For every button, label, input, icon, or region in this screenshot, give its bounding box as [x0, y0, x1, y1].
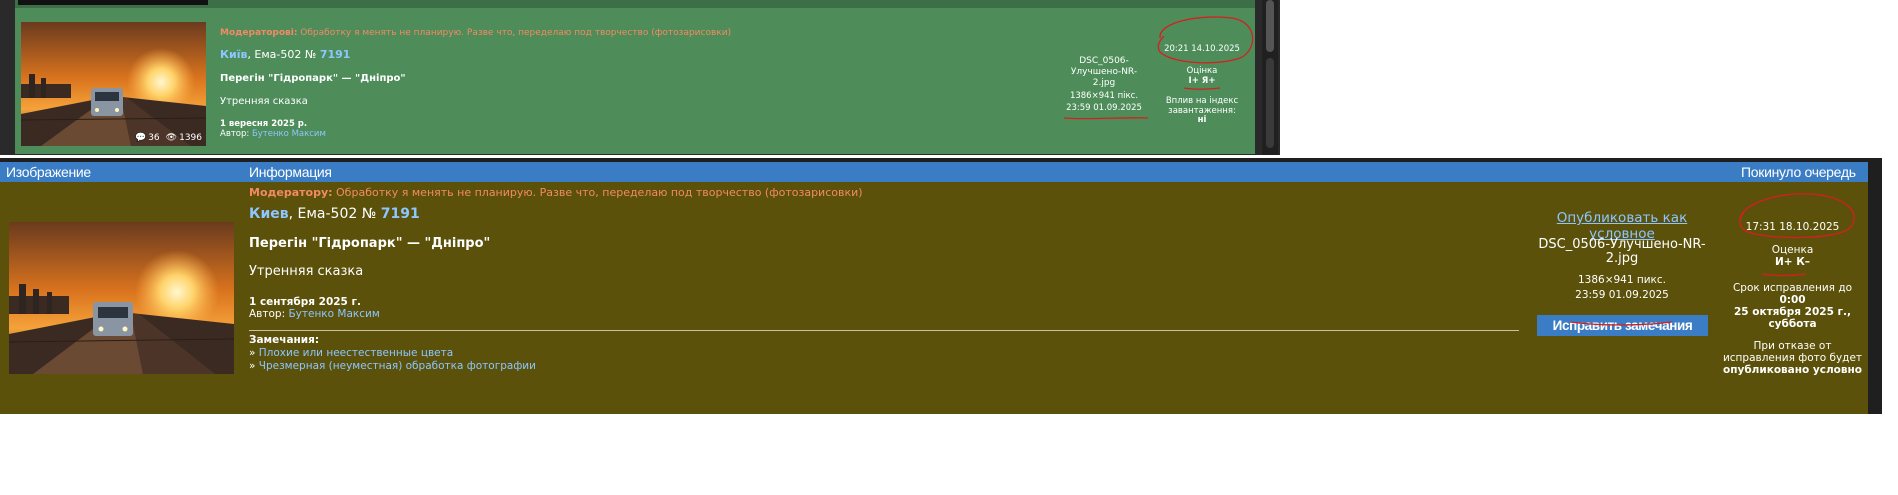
photo-description: Утренняя сказка	[220, 96, 308, 107]
file-upload-date: 23:59 01.09.2025	[1575, 289, 1669, 301]
file-name: DSC_0506-Улучшено-NR-2.jpg	[1538, 237, 1706, 266]
remarks-block: Замечания: » Плохие или неестественные ц…	[249, 334, 536, 373]
remarks-label: Замечания:	[249, 334, 320, 346]
vehicle-number-link[interactable]: 7191	[320, 48, 351, 61]
deadline-day: суббота	[1768, 318, 1817, 330]
col-left-queue-header: Покинуло очередь	[1741, 164, 1856, 180]
file-upload-date: 23:59 01.09.2025	[1066, 103, 1142, 113]
photo-description: Утренняя сказка	[249, 264, 364, 279]
deadline-time: 0:00	[1779, 294, 1806, 306]
previous-record-panel: 💬 36 👁 1396 Модераторові: Обработку я меня…	[0, 0, 1280, 155]
current-record-panel: Изображение Информация Покинуло очередь	[0, 158, 1882, 414]
fix-remarks-button[interactable]: Исправить замечания	[1537, 315, 1708, 336]
file-size: 1386×941 пикс.	[1577, 274, 1667, 286]
photo-thumbnail[interactable]	[9, 222, 234, 374]
photo-date: 1 вересня 2025 р.	[220, 119, 308, 129]
scrollbar-track-segment	[1266, 58, 1274, 148]
index-influence-label: Вплив на індекс завантаження:	[1165, 96, 1239, 116]
location-line: Київ, Ема-502 № 7191	[220, 48, 351, 61]
thumbnail-stats: 💬 36 👁 1396	[135, 133, 202, 143]
views-count: 👁 1396	[165, 133, 202, 143]
author-link[interactable]: Бутенко Максим	[252, 129, 326, 139]
vertical-scrollbar[interactable]	[1262, 0, 1278, 155]
photo-title: Перегін "Гідропарк" — "Дніпро"	[220, 73, 406, 84]
file-size: 1386×941 пікс.	[1069, 91, 1139, 101]
photo-title: Перегін "Гідропарк" — "Дніпро"	[249, 236, 491, 251]
refuse-note: При отказе от исправления фото будет	[1722, 340, 1863, 364]
vehicle-number-link[interactable]: 7191	[381, 206, 420, 222]
rating-label: Оцінка	[1186, 66, 1218, 76]
author-link[interactable]: Бутенко Максим	[288, 308, 379, 320]
remark-link-colors[interactable]: Плохие или неестественные цвета	[259, 347, 453, 359]
remark-item: » Плохие или неестественные цвета	[249, 347, 454, 359]
author-line: Автор: Бутенко Максим	[220, 129, 326, 139]
deadline-date: 25 октября 2025 г.,	[1733, 306, 1852, 318]
photo-date: 1 сентября 2025 г.	[249, 296, 361, 308]
comments-count: 💬 36	[134, 133, 160, 143]
eye-icon: 👁	[165, 133, 178, 143]
queue-time: 20:21 14.10.2025	[1164, 44, 1240, 54]
index-influence-value: ні	[1197, 115, 1207, 125]
divider	[249, 330, 1519, 331]
rating-value: І+ Я+	[1188, 76, 1216, 86]
moderator-comment: Модераторові: Обработку я менять не план…	[220, 28, 732, 38]
scrollbar-thumb[interactable]	[1266, 0, 1274, 52]
deadline-label: Срок исправления до	[1732, 282, 1853, 294]
remark-item: » Чрезмерная (неуместная) обработка фото…	[249, 360, 536, 372]
rating-value: И+ К–	[1774, 256, 1811, 268]
queue-time: 17:31 18.10.2025	[1745, 221, 1840, 233]
col-image-header: Изображение	[6, 164, 91, 180]
moderator-comment: Модератору: Обработку я менять не планир…	[249, 186, 863, 199]
previous-thumbnail-strip	[18, 0, 208, 5]
table-header: Изображение Информация Покинуло очередь	[0, 162, 1868, 182]
author-line: Автор: Бутенко Максим	[249, 308, 380, 320]
comment-icon: 💬	[134, 133, 147, 143]
refuse-result: опубликовано условно	[1723, 364, 1862, 376]
rating-label: Оценка	[1771, 244, 1814, 256]
col-info-header: Информация	[249, 164, 332, 180]
file-name: DSC_0506-Улучшено-NR-2.jpg	[1070, 56, 1138, 88]
photo-thumbnail[interactable]: 💬 36 👁 1396	[21, 22, 206, 146]
right-edge	[1868, 158, 1882, 414]
city-link[interactable]: Київ	[220, 48, 247, 61]
train-sunset-image	[9, 222, 234, 374]
train-sunset-image	[21, 22, 206, 146]
city-link[interactable]: Киев	[249, 206, 289, 222]
remark-link-processing[interactable]: Чрезмерная (неуместная) обработка фотогр…	[259, 360, 536, 372]
location-line: Киев, Ема-502 № 7191	[249, 206, 420, 222]
